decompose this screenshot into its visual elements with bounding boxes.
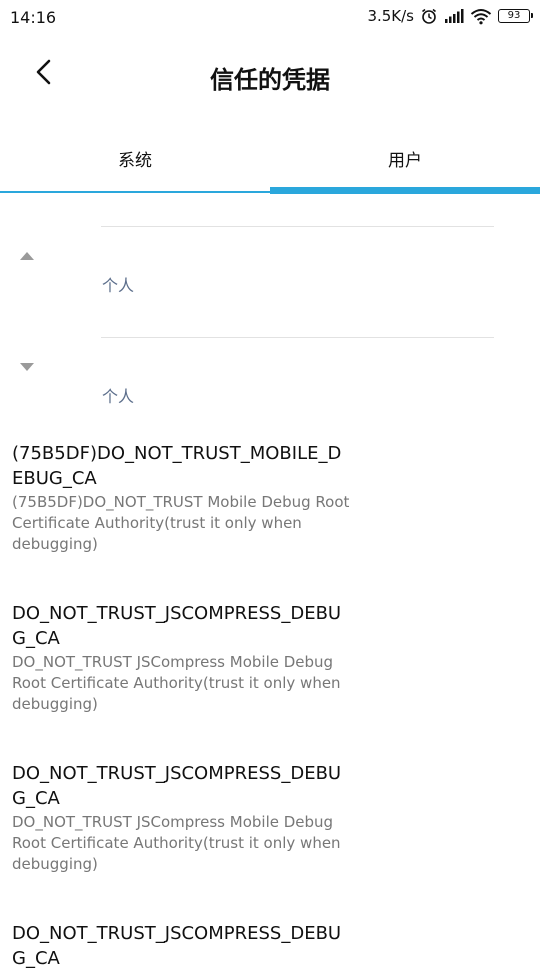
tab-active-indicator bbox=[270, 187, 540, 194]
certificate-item[interactable]: DO_NOT_TRUST_JSCOMPRESS_DEBUG_CA bbox=[12, 921, 352, 971]
alarm-icon bbox=[420, 7, 438, 25]
certificate-title: DO_NOT_TRUST_JSCOMPRESS_DEBUG_CA bbox=[12, 923, 342, 969]
wifi-icon bbox=[470, 8, 492, 25]
tab-system[interactable]: 系统 bbox=[0, 118, 270, 196]
group-divider bbox=[101, 226, 494, 227]
certificate-description: DO_NOT_TRUST JSCompress Mobile Debug Roo… bbox=[12, 813, 341, 873]
battery-icon: 93 bbox=[498, 9, 533, 23]
certificate-item[interactable]: (75B5DF)DO_NOT_TRUST_MOBILE_DEBUG_CA (75… bbox=[12, 441, 352, 555]
certificate-title: (75B5DF)DO_NOT_TRUST_MOBILE_DEBUG_CA bbox=[12, 443, 342, 489]
app-header: 信任的凭据 bbox=[0, 36, 540, 118]
tab-user-label: 用户 bbox=[388, 151, 422, 171]
tab-system-label: 系统 bbox=[118, 151, 152, 171]
tab-bar: 系统 用户 bbox=[0, 118, 540, 196]
certificate-item[interactable]: DO_NOT_TRUST_JSCOMPRESS_DEBUG_CA DO_NOT_… bbox=[12, 761, 352, 875]
certificate-item[interactable]: DO_NOT_TRUST_JSCOMPRESS_DEBUG_CA DO_NOT_… bbox=[12, 601, 352, 715]
triangle-down-icon[interactable] bbox=[19, 357, 35, 371]
group-header-personal[interactable]: 个人 bbox=[102, 383, 134, 407]
status-bar: 14:16 3.5K/s 93 bbox=[0, 0, 540, 36]
signal-icon bbox=[444, 8, 464, 24]
certificate-description: (75B5DF)DO_NOT_TRUST Mobile Debug Root C… bbox=[12, 493, 350, 553]
certificate-description: DO_NOT_TRUST JSCompress Mobile Debug Roo… bbox=[12, 653, 341, 713]
tab-user[interactable]: 用户 bbox=[270, 118, 540, 196]
group-divider bbox=[101, 337, 494, 338]
status-icons: 3.5K/s 93 bbox=[367, 7, 533, 25]
network-speed: 3.5K/s bbox=[367, 7, 414, 25]
page-title: 信任的凭据 bbox=[210, 66, 330, 94]
group-header-personal[interactable]: 个人 bbox=[102, 272, 134, 296]
certificate-title: DO_NOT_TRUST_JSCOMPRESS_DEBUG_CA bbox=[12, 603, 342, 649]
triangle-up-icon[interactable] bbox=[19, 246, 35, 260]
certificate-title: DO_NOT_TRUST_JSCOMPRESS_DEBUG_CA bbox=[12, 763, 342, 809]
status-time: 14:16 bbox=[10, 8, 57, 27]
